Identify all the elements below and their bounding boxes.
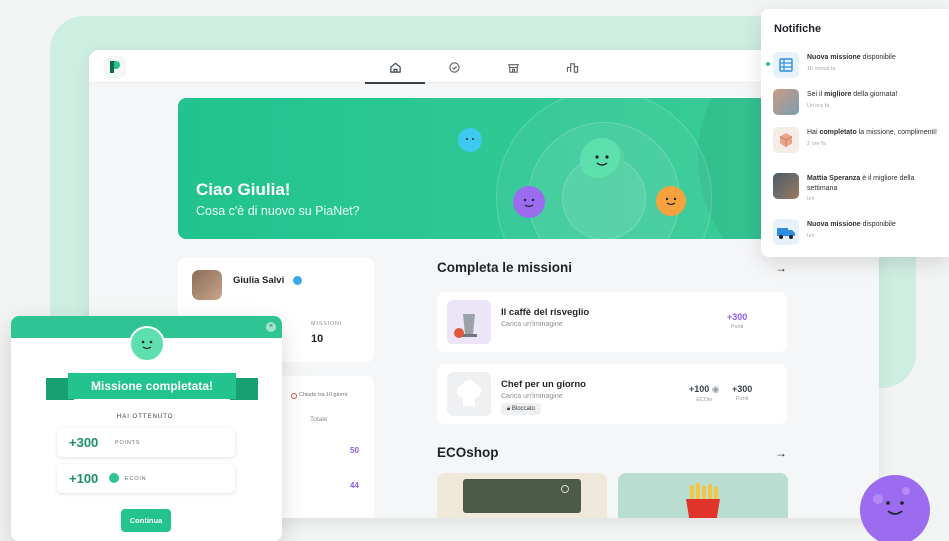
mission-points: +300 Punti	[732, 384, 753, 402]
ecoshop-arrow-icon[interactable]: →	[775, 446, 787, 460]
welcome-banner: Ciao Giulia! Cosa c'è di nuovo su PiaNet…	[178, 98, 798, 239]
mission-subtitle: Carica un'immagine	[501, 321, 563, 328]
shop-item[interactable]	[618, 473, 788, 518]
hero-subtitle: Cosa c'è di nuovo su PiaNet?	[196, 204, 360, 218]
mission-subtitle: Carica un'immagine	[501, 393, 563, 400]
cube-icon	[773, 127, 799, 153]
nav-home[interactable]	[365, 57, 425, 84]
orange-mascot	[656, 186, 686, 216]
mission-points: +300 Punti	[727, 312, 748, 330]
green-mascot	[129, 326, 165, 362]
notification-item[interactable]: Nuova missione disponibile 10 minuti fa	[773, 52, 945, 86]
purple-mascot	[860, 475, 930, 541]
shop-item[interactable]	[437, 473, 607, 518]
leaderboard-column: Totale	[310, 416, 328, 423]
avatar	[773, 173, 799, 199]
mission-ecoin: +100 ◉ ECOin	[689, 384, 720, 403]
clock-icon	[291, 393, 297, 399]
leaderboard-icon	[566, 62, 578, 73]
mission-title: Chef per un giorno	[501, 379, 586, 390]
ecoshop-title: ECOshop	[437, 445, 499, 460]
bag-toggle-icon	[561, 485, 569, 493]
missions-label: MISSIONI	[311, 321, 343, 327]
check-circle-icon	[448, 61, 460, 73]
verified-icon	[293, 276, 302, 285]
leaderboard-closes: Chiude tra 10 giorni	[299, 392, 348, 398]
blue-mascot	[458, 128, 482, 152]
unread-dot	[766, 62, 770, 66]
modal-ribbon: Missione completata!	[46, 373, 258, 400]
avatar	[192, 270, 222, 300]
hero-title: Ciao Giulia!	[196, 180, 291, 199]
missions-arrow-icon[interactable]: →	[775, 261, 787, 275]
avatar	[773, 89, 799, 115]
missions-title: Completa le missioni	[437, 260, 573, 275]
notification-item[interactable]: Nuova missione disponibile Ieri	[773, 219, 945, 253]
missions-value: 10	[311, 333, 324, 345]
mission-completed-modal: × Missione completata! HAI OTTENUTO: +30…	[11, 316, 282, 541]
notifications-panel: Notifiche Nuova missione disponibile 10 m…	[761, 9, 949, 257]
close-icon[interactable]: ×	[266, 322, 276, 332]
notification-item[interactable]: Sei il migliore della giornata! Un'ora fa	[773, 89, 945, 123]
continue-button[interactable]: Continua	[121, 509, 171, 532]
green-mascot	[580, 138, 624, 182]
notification-item[interactable]: Mattia Speranza è il migliore della sett…	[773, 173, 945, 207]
pianet-logo[interactable]	[104, 56, 126, 78]
mission-list-icon	[773, 52, 799, 78]
shop-icon	[507, 63, 519, 73]
got-label: HAI OTTENUTO:	[116, 414, 177, 420]
mission-card[interactable]: Chef per un giorno Carica un'immagine 🔒︎…	[437, 364, 787, 424]
notification-item[interactable]: Hai completato la missione, complimenti!…	[773, 127, 945, 161]
modal-title: Missione completata!	[90, 379, 214, 393]
nav-leaderboard[interactable]	[562, 57, 582, 77]
reward-ecoin: +100 ECOIN	[57, 464, 235, 493]
purple-mascot	[513, 186, 545, 218]
notifications-title: Notifiche	[774, 23, 822, 35]
leaderboard-value: 44	[350, 481, 359, 490]
truck-icon	[773, 219, 799, 245]
leaderboard-value: 50	[350, 446, 359, 455]
ecoin-icon: ◉	[709, 384, 720, 394]
mission-title: Il caffè del risveglio	[501, 307, 590, 318]
fries-image	[682, 483, 724, 518]
nav-shop[interactable]	[503, 57, 523, 77]
coffee-pot-image	[447, 300, 491, 344]
locked-badge: 🔒︎ Bloccato	[501, 403, 541, 415]
nav-missions[interactable]	[444, 57, 464, 77]
home-icon	[389, 62, 401, 73]
mission-card[interactable]: Il caffè del risveglio Carica un'immagin…	[437, 292, 787, 352]
chef-hat-image	[447, 372, 491, 416]
profile-name: Giulia Salvi	[233, 275, 285, 286]
reward-points: +300 POINTS	[57, 428, 235, 457]
ecoin-icon	[109, 473, 119, 483]
